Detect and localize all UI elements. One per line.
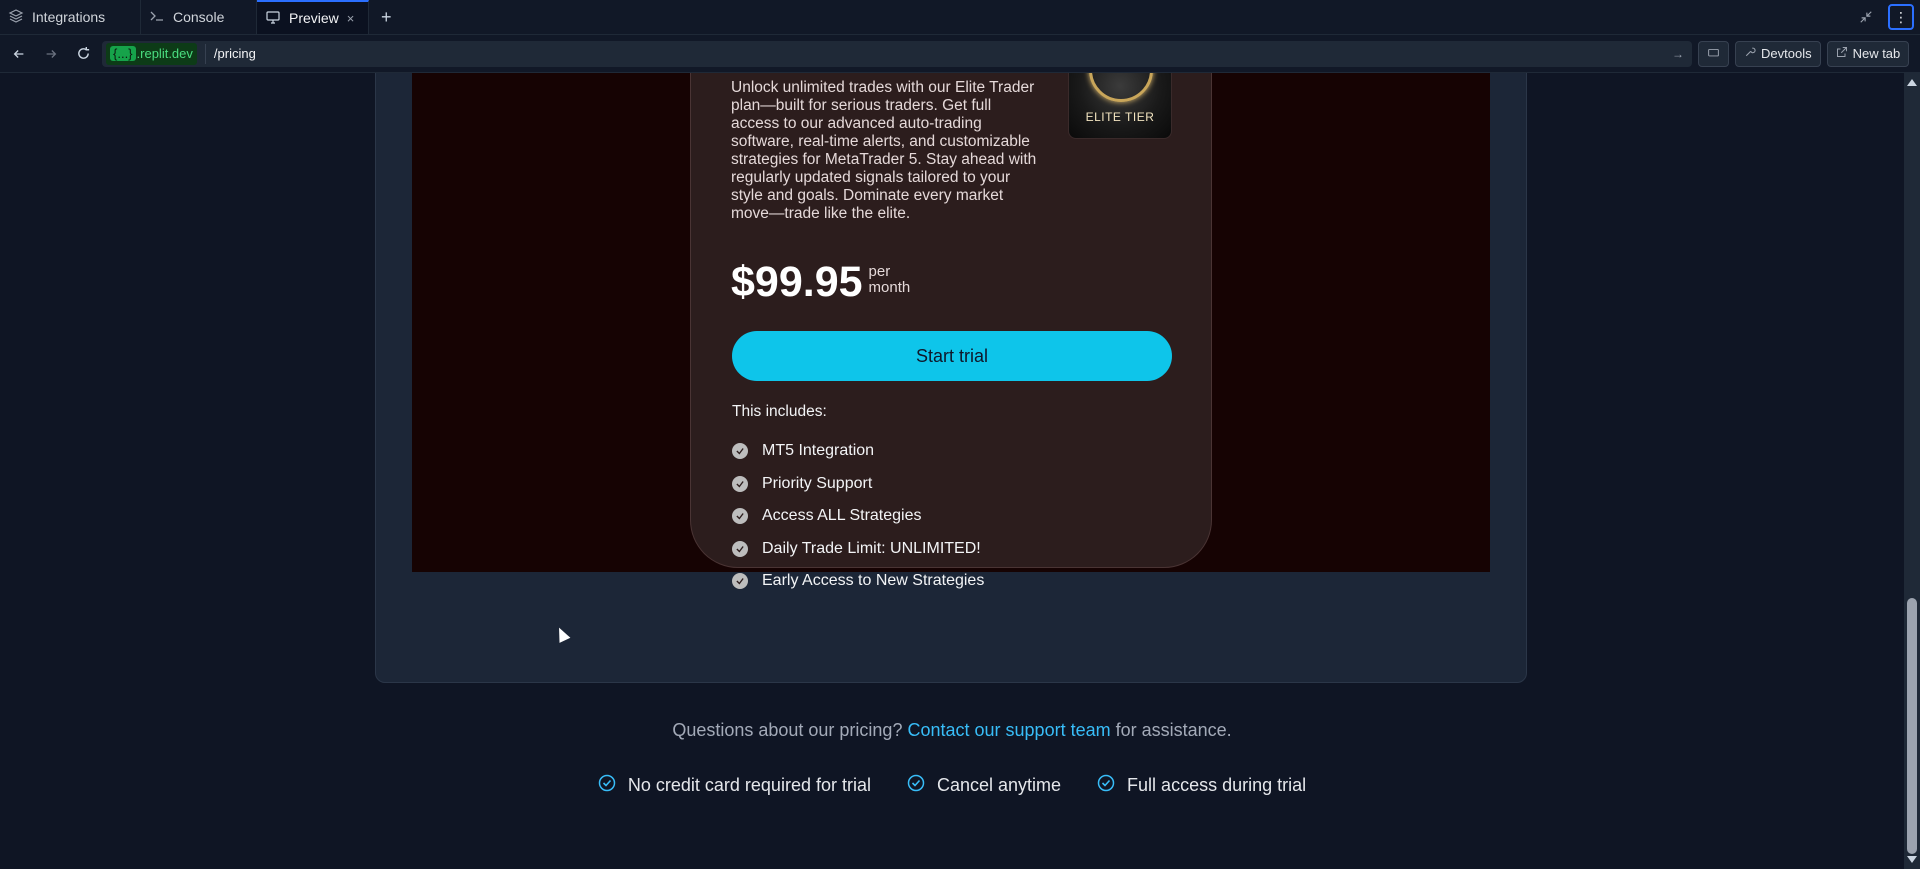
feature-list: MT5 Integration Priority Support Access … [732,435,984,598]
elite-tier-badge: ELITE TIER [1068,73,1172,139]
contact-support-link[interactable]: Contact our support team [907,720,1110,740]
price-row: $99.95 per month [731,260,910,304]
scroll-thumb[interactable] [1907,598,1917,854]
external-link-icon [1836,46,1848,61]
layers-icon [8,8,24,27]
check-circle-icon [598,774,616,797]
check-icon [732,443,748,460]
url-path: /pricing [213,46,256,61]
check-circle-icon [1097,774,1115,797]
perk-item: Full access during trial [1097,774,1306,797]
check-circle-icon [907,774,925,797]
devtools-button[interactable]: Devtools [1735,40,1821,67]
scroll-down-arrow-icon[interactable] [1907,856,1917,863]
includes-label: This includes: [732,403,827,420]
tab-integrations[interactable]: Integrations [0,0,141,34]
url-host: {...} .replit.dev [106,42,197,65]
pricing-help-text: Questions about our pricing? Contact our… [672,720,1232,740]
device-preview-button[interactable] [1698,40,1729,67]
trial-perks: No credit card required for trial Cancel… [0,774,1904,797]
check-icon [732,475,748,492]
perk-item: No credit card required for trial [598,774,871,797]
preview-viewport: Unlock unlimited trades with our Elite T… [0,73,1904,869]
tab-preview[interactable]: Preview × [257,0,369,34]
check-icon [732,508,748,525]
check-icon [732,573,748,590]
more-options-icon[interactable]: ⋮ [1888,4,1914,30]
go-arrow-icon[interactable]: → [1672,47,1684,61]
tab-console[interactable]: Console [141,0,257,34]
feature-item: Early Access to New Strategies [732,565,984,598]
back-arrow-icon[interactable] [6,41,32,67]
wrench-icon [1744,46,1756,61]
plan-description: Unlock unlimited trades with our Elite T… [731,79,1037,222]
price-period: per month [868,263,911,296]
tab-label: Preview [289,10,339,26]
terminal-icon [149,8,165,27]
vertical-scrollbar[interactable] [1904,73,1920,869]
check-icon [732,540,748,557]
new-tab-button[interactable]: + [369,0,404,34]
reload-icon[interactable] [70,41,96,67]
forward-arrow-icon[interactable] [38,41,64,67]
scroll-up-arrow-icon[interactable] [1907,79,1917,86]
feature-item: Priority Support [732,468,984,501]
tab-bar: Integrations Console Preview × + ⋮ [0,0,1920,35]
url-field[interactable]: {...} .replit.dev /pricing → [102,40,1692,67]
collapse-icon[interactable] [1854,5,1878,29]
open-new-tab-button[interactable]: New tab [1826,40,1910,67]
tab-label: Integrations [32,9,106,25]
elite-plan-card: Unlock unlimited trades with our Elite T… [690,73,1212,590]
close-icon[interactable]: × [347,11,355,26]
feature-item: Daily Trade Limit: UNLIMITED! [732,533,984,566]
tab-label: Console [173,9,225,25]
feature-item: MT5 Integration [732,435,984,468]
monitor-icon [265,9,281,28]
address-bar: {...} .replit.dev /pricing → Devtools New… [0,35,1920,73]
price: $99.95 [731,258,863,306]
start-trial-button[interactable]: Start trial [732,331,1172,381]
perk-item: Cancel anytime [907,774,1061,797]
feature-item: Access ALL Strategies [732,500,984,533]
